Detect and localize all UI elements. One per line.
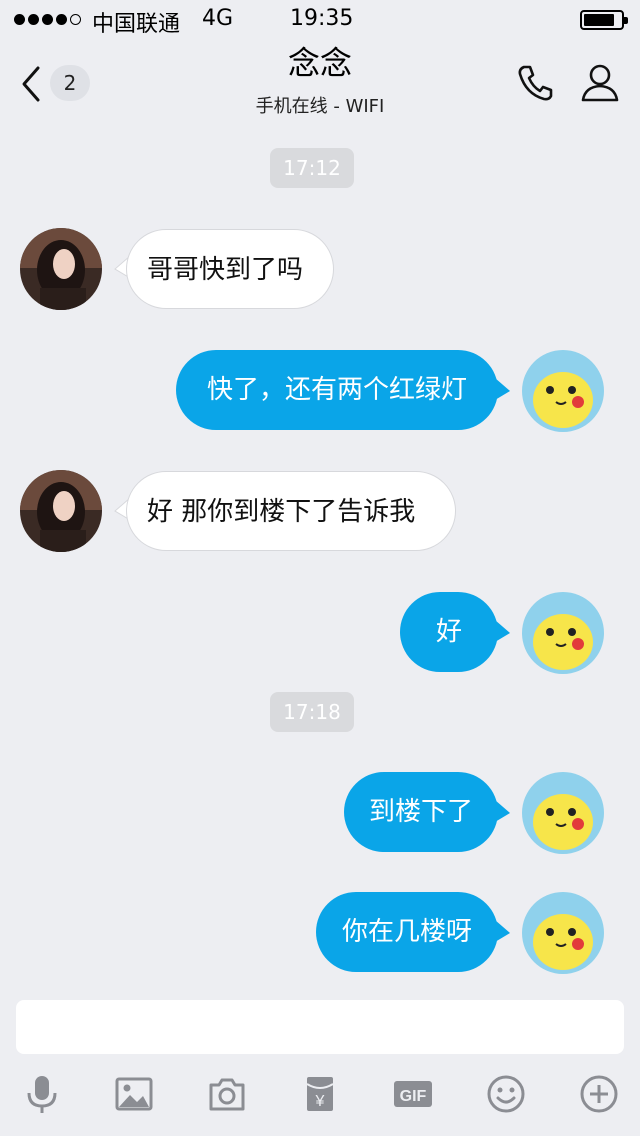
outgoing-message[interactable]: 你在几楼呀 — [316, 892, 498, 972]
outgoing-message[interactable]: 到楼下了 — [344, 772, 498, 852]
user-avatar[interactable] — [522, 350, 604, 432]
image-icon[interactable] — [114, 1074, 154, 1114]
bubble-tail — [495, 800, 510, 822]
gif-icon[interactable]: GIF — [393, 1074, 433, 1114]
status-bar: 中国联通 4G 19:35 — [0, 0, 640, 40]
carrier-name: 中国联通 — [92, 12, 181, 37]
battery-icon — [580, 10, 628, 30]
person-icon[interactable] — [580, 62, 620, 104]
user-avatar[interactable] — [522, 892, 604, 974]
network-type: 4G — [202, 6, 234, 31]
phone-icon[interactable] — [514, 62, 556, 104]
emoji-icon[interactable] — [486, 1074, 526, 1114]
contact-avatar[interactable] — [20, 228, 102, 310]
contact-avatar[interactable] — [20, 470, 102, 552]
red-packet-icon[interactable]: ¥ — [300, 1074, 340, 1114]
incoming-message[interactable]: 好 那你到楼下了告诉我 — [126, 471, 456, 551]
status-time: 19:35 — [290, 6, 354, 31]
incoming-message[interactable]: 哥哥快到了吗 — [126, 229, 334, 309]
plus-icon[interactable] — [579, 1074, 619, 1114]
timestamp: 17:12 — [270, 148, 354, 188]
microphone-icon[interactable] — [22, 1074, 62, 1114]
signal-strength-icon — [14, 14, 81, 25]
message-input[interactable] — [16, 1000, 624, 1054]
camera-icon[interactable] — [207, 1074, 247, 1114]
timestamp: 17:18 — [270, 692, 354, 732]
red-packet-symbol: ¥ — [315, 1093, 325, 1110]
user-avatar[interactable] — [522, 592, 604, 674]
bubble-tail — [495, 920, 510, 942]
outgoing-message[interactable]: 快了，还有两个红绿灯 — [176, 350, 498, 430]
user-avatar[interactable] — [522, 772, 604, 854]
outgoing-message[interactable]: 好 — [400, 592, 498, 672]
gif-label: GIF — [400, 1088, 427, 1105]
bubble-tail — [495, 378, 510, 400]
bubble-tail — [495, 620, 510, 642]
